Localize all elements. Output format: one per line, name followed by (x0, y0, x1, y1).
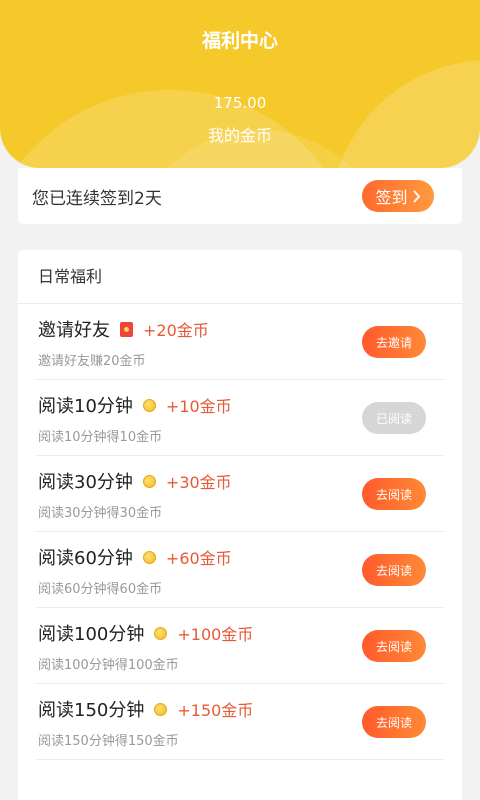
coin-icon (154, 626, 168, 640)
coins-label: 我的金币 (207, 126, 272, 145)
coin-icon (154, 702, 168, 716)
task-action-button[interactable]: 去阅读 (362, 630, 426, 662)
task-action-button[interactable]: 已阅读 (362, 402, 426, 434)
task-name: 邀请好友 (38, 320, 110, 341)
task-row: 阅读100分钟 +100金币 阅读100分钟得100金币 去阅读 (36, 608, 444, 684)
task-name-group: 邀请好友 +20金币 (38, 316, 209, 342)
coin-icon (142, 398, 156, 412)
checkin-button-label: 签到 (375, 188, 408, 207)
task-name-group: 阅读150分钟 +150金币 (38, 696, 253, 722)
task-desc: 阅读100分钟得100金币 (38, 658, 179, 673)
task-reward: +60金币 (165, 549, 232, 568)
task-desc: 邀请好友赚20金币 (38, 354, 146, 369)
task-reward: +100金币 (177, 625, 254, 644)
task-action-button[interactable]: 去邀请 (362, 326, 426, 358)
task-name-group: 阅读60分钟 +60金币 (38, 544, 232, 570)
coins-value: 175.00 (213, 94, 267, 112)
task-action-button[interactable]: 去阅读 (362, 554, 426, 586)
checkin-bar: 您已连续签到2天 签到 (18, 168, 462, 224)
coin-icon (142, 474, 156, 488)
task-name: 阅读30分钟 (38, 472, 133, 493)
task-desc: 阅读30分钟得30金币 (38, 506, 163, 521)
task-row: 邀请好友 +20金币 邀请好友赚20金币 去邀请 (36, 304, 444, 380)
task-name: 阅读60分钟 (38, 548, 133, 569)
task-name-group: 阅读10分钟 +10金币 (38, 392, 232, 418)
task-action-button[interactable]: 去阅读 (362, 706, 426, 738)
daily-benefits-title: 日常福利 (18, 250, 462, 304)
page-title: 福利中心 (201, 30, 278, 52)
header: 福利中心 175.00 我的金币 (0, 0, 480, 168)
task-row: 阅读60分钟 +60金币 阅读60分钟得60金币 去阅读 (36, 532, 444, 608)
task-reward: +30金币 (165, 473, 232, 492)
checkin-status: 您已连续签到2天 (32, 188, 162, 209)
task-desc: 阅读150分钟得150金币 (38, 734, 179, 749)
task-desc: 阅读10分钟得10金币 (38, 430, 163, 445)
task-name-group: 阅读30分钟 +30金币 (38, 468, 232, 494)
task-desc: 阅读60分钟得60金币 (38, 582, 163, 597)
task-name-group: 阅读100分钟 +100金币 (38, 620, 253, 646)
chevron-right-icon (412, 189, 420, 203)
task-name: 阅读10分钟 (38, 396, 133, 417)
task-name: 阅读150分钟 (38, 700, 145, 721)
red-envelope-icon (120, 321, 133, 337)
task-name: 阅读100分钟 (38, 624, 145, 645)
header-decor-circle (330, 60, 480, 168)
task-row: 阅读150分钟 +150金币 阅读150分钟得150金币 去阅读 (36, 684, 444, 760)
task-row: 阅读30分钟 +30金币 阅读30分钟得30金币 去阅读 (36, 456, 444, 532)
task-reward: +150金币 (177, 701, 254, 720)
task-action-button[interactable]: 去阅读 (362, 478, 426, 510)
daily-benefits-card: 日常福利 邀请好友 +20金币 邀请好友赚20金币 去邀请 阅读10分钟 +10… (18, 250, 462, 800)
task-reward: +20金币 (143, 321, 209, 340)
coin-icon (142, 550, 156, 564)
task-row: 阅读10分钟 +10金币 阅读10分钟得10金币 已阅读 (36, 380, 444, 456)
checkin-button[interactable]: 签到 (362, 180, 434, 212)
task-reward: +10金币 (165, 397, 232, 416)
